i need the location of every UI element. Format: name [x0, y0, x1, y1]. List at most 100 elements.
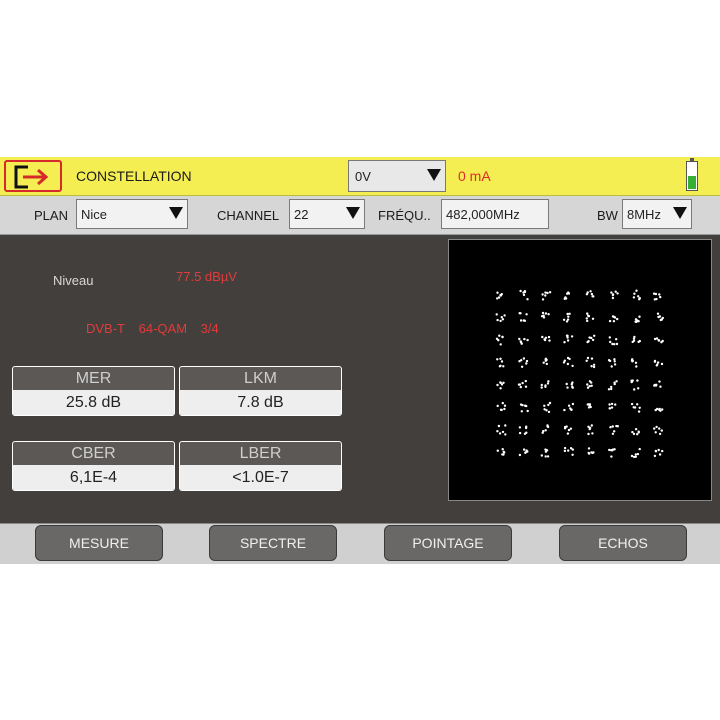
constellation-point — [591, 338, 595, 342]
constellation-point — [496, 291, 499, 294]
constellation-point — [563, 449, 567, 453]
constellation-point — [518, 337, 521, 341]
constellation-point — [636, 379, 639, 382]
constellation-point — [547, 380, 550, 383]
constellation-point — [547, 410, 551, 414]
constellation-point — [498, 334, 501, 337]
constellation-point — [587, 451, 590, 455]
constellation-point — [613, 363, 617, 366]
lber-value: <1.0E-7 — [180, 465, 341, 490]
channel-select[interactable]: 22 — [289, 199, 365, 229]
constellation-point — [637, 430, 640, 433]
constellation-point — [499, 319, 502, 323]
exit-button[interactable] — [4, 160, 62, 192]
constellation-point — [631, 340, 634, 344]
constellation-point — [521, 404, 524, 407]
spectre-button[interactable]: SPECTRE — [209, 525, 337, 561]
constellation-point — [592, 365, 596, 369]
constellation-point — [630, 379, 633, 382]
constellation-point — [660, 429, 663, 432]
constellation-point — [503, 314, 506, 317]
constellation-point — [587, 447, 591, 450]
constellation-point — [563, 359, 566, 362]
constellation-point — [586, 356, 590, 360]
constellation-point — [499, 343, 502, 346]
constellation-point — [541, 311, 545, 315]
constellation-point — [630, 402, 634, 406]
constellation-point — [659, 295, 662, 299]
constellation-point — [586, 403, 589, 406]
cber-box: CBER 6,1E-4 — [12, 441, 175, 491]
constellation-point — [614, 290, 617, 293]
constellation-point — [656, 361, 660, 364]
constellation-point — [497, 339, 500, 342]
constellation-point — [653, 427, 656, 430]
constellation-point — [521, 381, 524, 385]
constellation-point — [500, 316, 503, 319]
constellation-point — [525, 313, 528, 316]
constellation-point — [615, 342, 619, 346]
constellation-point — [658, 453, 662, 456]
constellation-point — [544, 312, 548, 315]
constellation-display — [448, 239, 712, 501]
constellation-point — [542, 361, 545, 364]
channel-label: CHANNEL — [217, 208, 280, 223]
constellation-point — [546, 424, 549, 427]
constellation-point — [608, 407, 611, 410]
constellation-point — [548, 291, 552, 294]
constellation-point — [634, 361, 638, 364]
constellation-point — [636, 319, 639, 322]
constellation-point — [546, 382, 550, 385]
constellation-point — [544, 336, 548, 339]
constellation-point — [661, 449, 664, 453]
constellation-point — [565, 320, 569, 323]
constellation-point — [590, 384, 593, 387]
constellation-point — [519, 319, 523, 322]
constellation-point — [566, 334, 569, 337]
constellation-point — [518, 360, 521, 363]
pointage-button[interactable]: POINTAGE — [384, 525, 512, 561]
dropdown-arrow-icon — [169, 207, 183, 219]
constellation-point — [615, 424, 618, 428]
mer-value: 25.8 dB — [13, 390, 174, 415]
bandwidth-select[interactable]: 8MHz — [622, 199, 692, 229]
mesure-button[interactable]: MESURE — [35, 525, 163, 561]
constellation-point — [498, 432, 502, 435]
constellation-point — [653, 360, 657, 363]
voltage-select[interactable]: 0V — [348, 160, 446, 192]
constellation-point — [638, 315, 641, 318]
constellation-point — [638, 406, 641, 409]
constellation-point — [609, 340, 612, 344]
constellation-point — [526, 409, 529, 413]
constellation-point — [632, 432, 636, 436]
constellation-point — [653, 454, 657, 458]
constellation-point — [545, 362, 548, 366]
echos-button[interactable]: ECHOS — [559, 525, 687, 561]
constellation-point — [636, 403, 639, 406]
constellation-point — [496, 430, 499, 433]
constellation-point — [658, 408, 661, 411]
frequency-field[interactable]: 482,000MHz — [441, 199, 549, 229]
constellation-point — [610, 455, 613, 458]
bandwidth-label: BW — [597, 208, 618, 223]
constellation-point — [586, 319, 589, 323]
constellation-point — [541, 335, 544, 339]
constellation-point — [631, 430, 634, 434]
constellation-point — [571, 453, 574, 456]
constellation-point — [587, 340, 590, 343]
page-title: CONSTELLATION — [76, 168, 192, 184]
constellation-point — [588, 336, 591, 339]
cber-value: 6,1E-4 — [13, 465, 174, 490]
constellation-point — [546, 455, 550, 458]
constellation-point — [520, 342, 523, 345]
constellation-point — [569, 407, 572, 410]
constellation-point — [567, 315, 570, 318]
constellation-point — [610, 402, 614, 406]
constellation-point — [544, 450, 548, 453]
plan-select[interactable]: Nice — [76, 199, 188, 229]
constellation-point — [544, 291, 547, 294]
constellation-point — [499, 387, 502, 390]
constellation-point — [496, 358, 499, 361]
constellation-point — [657, 315, 660, 319]
constellation-point — [637, 387, 640, 390]
